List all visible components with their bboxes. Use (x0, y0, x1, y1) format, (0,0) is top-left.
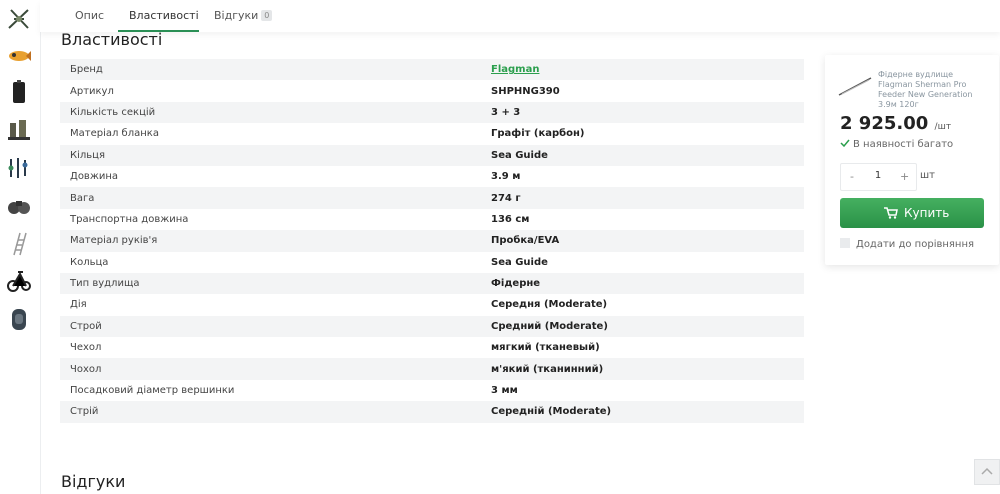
qty-minus-button[interactable]: - (850, 170, 854, 183)
table-row: Артикул SHPHNG390 (60, 80, 804, 101)
table-row: Дія Середня (Moderate) (60, 294, 804, 315)
product-title-link[interactable]: Фідерне вудлище Flagman Sherman Pro Feed… (878, 70, 990, 110)
active-tab-indicator (118, 30, 199, 32)
property-label: Артикул (70, 85, 114, 97)
property-value: мягкий (тканевый) (491, 342, 600, 354)
table-row: Стрій Середній (Moderate) (60, 401, 804, 423)
property-value: Flagman (491, 64, 539, 75)
fishing-gear-icon[interactable] (6, 6, 32, 32)
table-row: Посадковий діаметр вершинки 3 мм (60, 380, 804, 401)
check-icon (840, 139, 850, 148)
properties-title: Властивості (61, 30, 163, 49)
tab-description[interactable]: Опис (75, 9, 104, 22)
property-value: Sea Guide (491, 149, 548, 161)
reviews-title: Відгуки (61, 472, 126, 491)
property-value: 274 г (491, 192, 521, 204)
property-label: Матеріал бланка (70, 128, 159, 140)
table-row: Чехол мягкий (тканевый) (60, 337, 804, 358)
table-row: Строй Средний (Moderate) (60, 315, 804, 338)
property-label: Тип вудлища (70, 278, 140, 290)
property-value: Пробка/EVA (491, 235, 560, 247)
table-row: Кількість секцій 3 + 3 (60, 101, 804, 124)
product-thumbnail[interactable] (838, 75, 872, 97)
compare-label: Додати до порівняння (856, 239, 975, 250)
table-row: Бренд Flagman (60, 59, 804, 81)
tab-label: Опис (75, 9, 105, 22)
property-label: Бренд (70, 64, 103, 76)
buy-card: Фідерне вудлище Flagman Sherman Pro Feed… (825, 55, 999, 265)
property-label: Матеріал руків'я (70, 235, 158, 247)
ladder-icon[interactable] (6, 231, 32, 257)
checkbox[interactable] (840, 238, 850, 248)
tackle-icon[interactable] (6, 155, 32, 181)
property-value: Середній (Moderate) (491, 406, 612, 418)
property-label: Довжина (70, 171, 118, 183)
property-value: 3 мм (491, 385, 518, 397)
scroll-to-top-button[interactable] (974, 459, 1000, 485)
property-label: Кількість секцій (70, 106, 156, 118)
properties-table: Бренд Flagman Артикул SHPHNG390 Кількіст… (60, 59, 804, 423)
binoculars-icon[interactable] (6, 193, 32, 219)
stock-text: В наявності багато (853, 139, 954, 150)
compare-checkbox[interactable]: Додати до порівняння (840, 238, 974, 250)
property-value: Фідерне (491, 278, 541, 290)
tab-label: Відгуки (214, 9, 259, 22)
table-row: Матеріал руків'я Пробка/EVA (60, 230, 804, 252)
property-value: Средний (Moderate) (491, 320, 608, 332)
property-value: Середня (Moderate) (491, 299, 608, 311)
category-rail (0, 0, 41, 494)
reviews-count-badge: 0 (261, 10, 273, 21)
table-row: Вага 274 г (60, 187, 804, 209)
qty-plus-button[interactable]: + (900, 170, 909, 183)
case-icon[interactable] (6, 79, 32, 105)
property-label: Посадковий діаметр вершинки (70, 385, 235, 397)
price-unit: /шт (934, 122, 952, 132)
property-value: Графіт (карбон) (491, 128, 585, 140)
property-label: Чохол (70, 363, 102, 375)
quantity-stepper: - 1 + (840, 163, 917, 191)
property-label: Транспортна довжина (70, 213, 189, 225)
table-row: Довжина 3.9 м (60, 166, 804, 187)
qty-input[interactable]: 1 (868, 170, 888, 181)
table-row: Чохол м'який (тканинний) (60, 358, 804, 380)
cart-icon (884, 207, 898, 219)
chevron-up-icon (981, 467, 993, 475)
boat-icon[interactable] (6, 306, 32, 332)
table-row: Кільця Sea Guide (60, 144, 804, 166)
buy-button-label: Купить (904, 206, 950, 220)
property-label: Стрій (70, 406, 99, 418)
buy-button[interactable]: Купить (840, 198, 984, 228)
table-row: Тип вудлища Фідерне (60, 272, 804, 295)
property-value: м'який (тканинний) (491, 363, 604, 375)
property-value: 136 см (491, 213, 530, 225)
table-row: Матеріал бланка Графіт (карбон) (60, 123, 804, 144)
table-row: Кольца Sea Guide (60, 252, 804, 273)
brand-link[interactable]: Flagman (491, 64, 539, 75)
property-value: 3 + 3 (491, 106, 521, 118)
bait-icon[interactable] (6, 42, 32, 68)
property-value: Sea Guide (491, 256, 548, 268)
property-label: Вага (70, 192, 95, 204)
property-value: 3.9 м (491, 171, 521, 183)
qty-unit: шт (920, 170, 935, 181)
boots-icon[interactable] (6, 117, 32, 143)
tab-reviews[interactable]: Відгуки 0 (214, 9, 273, 22)
tab-label: Властивості (129, 9, 199, 22)
product-tabs: Опис Властивості Відгуки 0 (40, 0, 1000, 32)
price-value: 2 925.00 (840, 113, 929, 134)
property-value: SHPHNG390 (491, 85, 560, 97)
tab-properties[interactable]: Властивості (129, 9, 199, 22)
exercise-bike-icon[interactable] (6, 268, 32, 294)
property-label: Чехол (70, 342, 102, 354)
property-label: Строй (70, 320, 102, 332)
property-label: Кільця (70, 149, 105, 161)
property-label: Дія (70, 299, 87, 311)
product-price: 2 925.00 /шт (840, 113, 951, 134)
table-row: Транспортна довжина 136 см (60, 209, 804, 230)
stock-status: В наявності багато (840, 139, 953, 150)
property-label: Кольца (70, 256, 109, 268)
